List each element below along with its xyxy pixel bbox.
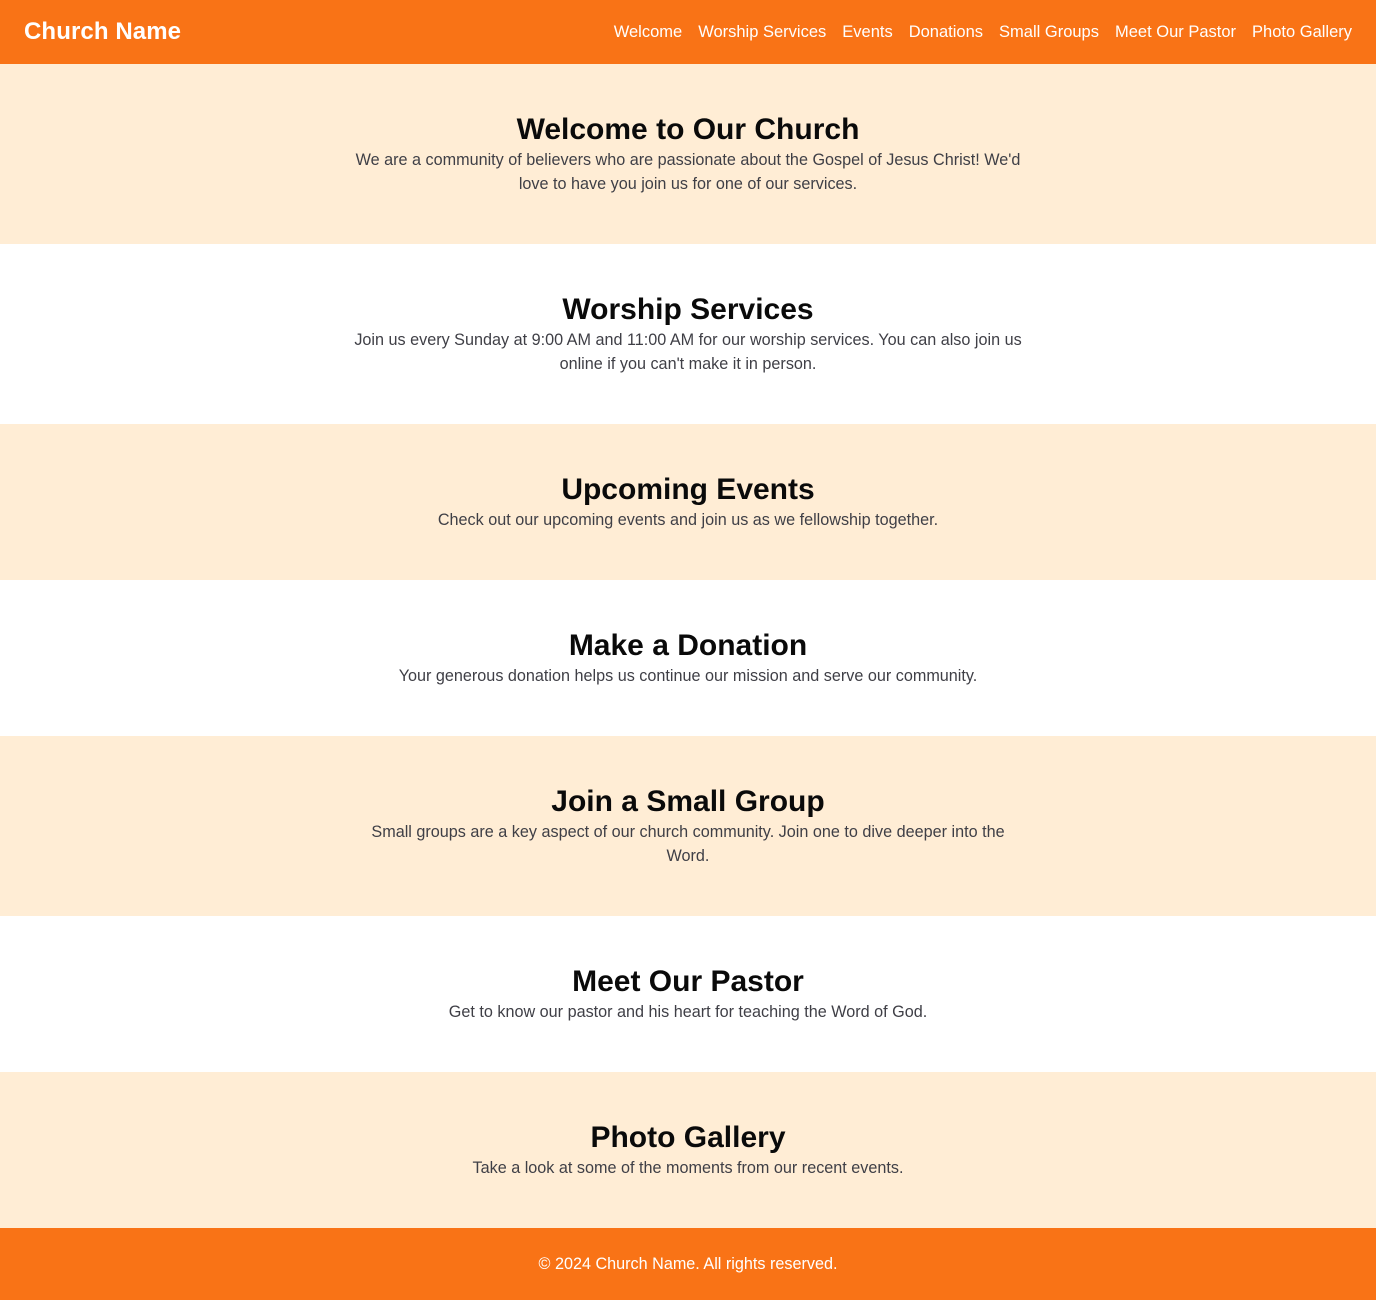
nav-link-photo-gallery[interactable]: Photo Gallery (1252, 22, 1352, 43)
nav-link-meet-our-pastor[interactable]: Meet Our Pastor (1115, 22, 1236, 43)
brand-logo-text[interactable]: Church Name (24, 18, 181, 46)
section-text: Get to know our pastor and his heart for… (448, 1003, 928, 1021)
worship-services-section: Worship Services Join us every Sunday at… (0, 244, 1376, 424)
nav-link-welcome[interactable]: Welcome (614, 22, 682, 43)
small-group-section: Join a Small Group Small groups are a ke… (0, 736, 1376, 916)
section-text: Join us every Sunday at 9:00 AM and 11:0… (354, 331, 1022, 373)
site-footer: © 2024 Church Name. All rights reserved. (0, 1228, 1376, 1300)
section-text: Take a look at some of the moments from … (472, 1159, 904, 1177)
section-text: Your generous donation helps us continue… (398, 667, 978, 685)
section-text: Small groups are a key aspect of our chu… (371, 823, 1005, 865)
section-title: Make a Donation (568, 629, 808, 662)
meet-our-pastor-section: Meet Our Pastor Get to know our pastor a… (0, 916, 1376, 1072)
welcome-section: Welcome to Our Church We are a community… (0, 64, 1376, 244)
section-title: Join a Small Group (551, 785, 825, 818)
nav-link-donations[interactable]: Donations (909, 22, 983, 43)
photo-gallery-section: Photo Gallery Take a look at some of the… (0, 1072, 1376, 1228)
copyright-text: © 2024 Church Name. All rights reserved. (538, 1254, 838, 1273)
donation-section: Make a Donation Your generous donation h… (0, 580, 1376, 736)
nav-link-events[interactable]: Events (842, 22, 892, 43)
main-nav: Welcome Worship Services Events Donation… (614, 22, 1352, 43)
nav-link-small-groups[interactable]: Small Groups (999, 22, 1099, 43)
upcoming-events-section: Upcoming Events Check out our upcoming e… (0, 424, 1376, 580)
section-title: Worship Services (562, 293, 814, 326)
section-title: Upcoming Events (561, 473, 815, 506)
section-title: Welcome to Our Church (516, 113, 860, 146)
nav-link-worship-services[interactable]: Worship Services (698, 22, 826, 43)
section-text: Check out our upcoming events and join u… (437, 511, 939, 529)
section-title: Photo Gallery (590, 1121, 786, 1154)
section-text: We are a community of believers who are … (355, 151, 1021, 193)
site-header: Church Name Welcome Worship Services Eve… (0, 0, 1376, 64)
section-title: Meet Our Pastor (572, 965, 804, 998)
